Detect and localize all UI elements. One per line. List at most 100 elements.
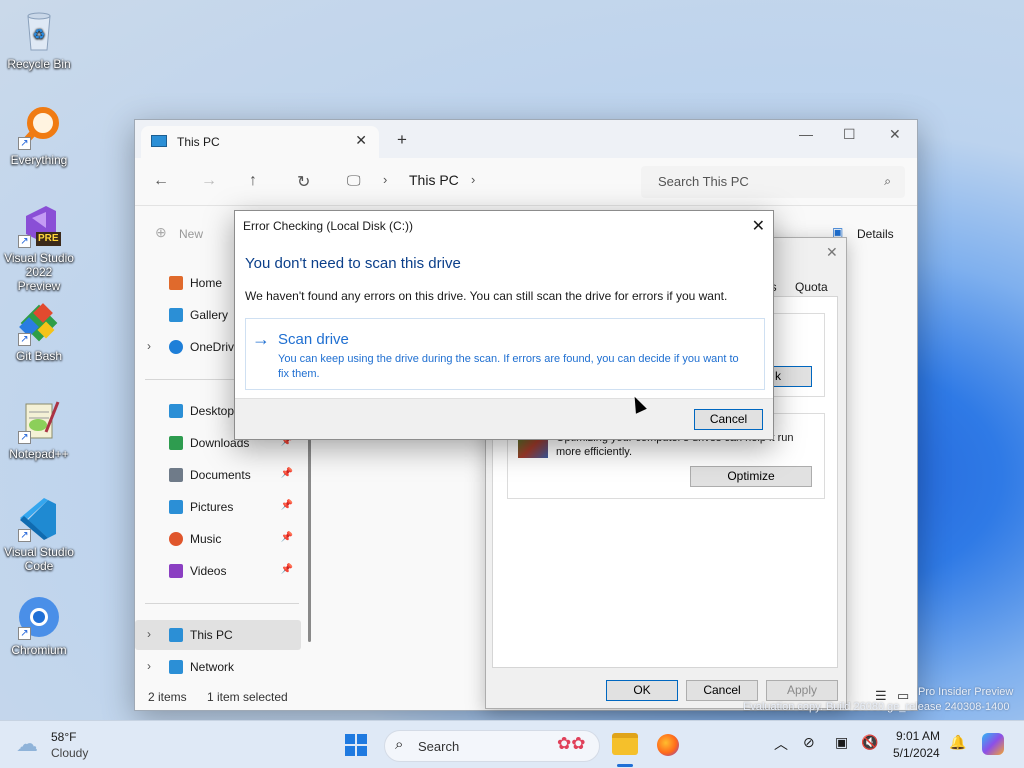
sidebar-item-label: Documents xyxy=(190,468,251,482)
desktop-icon-git-bash[interactable]: ↗ Git Bash xyxy=(0,300,78,363)
new-icon[interactable]: ⊕ xyxy=(155,224,167,241)
vscode-icon: ↗ xyxy=(16,496,62,542)
desktop-icon-recycle-bin[interactable]: ♻ Recycle Bin xyxy=(0,8,78,71)
chevron-right-icon[interactable]: › xyxy=(147,627,151,641)
taskbar: ☁ 58°F Cloudy ⌕ Search ✿✿ ︿ ⊘ ▣ 🔇 9:01 A… xyxy=(0,720,1024,768)
sidebar-item-label: Music xyxy=(190,532,222,546)
ok-button[interactable]: OK xyxy=(606,680,678,701)
search-box[interactable]: Search This PC ⌕ xyxy=(641,166,905,198)
scan-drive-title: Scan drive xyxy=(278,331,349,348)
windows-logo-icon xyxy=(345,734,367,756)
shortcut-arrow-icon: ↗ xyxy=(18,627,31,640)
cancel-button[interactable]: Cancel xyxy=(694,409,763,430)
firefox-icon[interactable] xyxy=(657,734,679,756)
music-icon xyxy=(169,532,183,546)
clock-date[interactable]: 5/1/2024 xyxy=(893,746,940,760)
weather-desc[interactable]: Cloudy xyxy=(51,746,88,760)
videos-icon xyxy=(169,564,183,578)
sidebar-scrollbar[interactable] xyxy=(308,410,311,642)
sidebar-item-music[interactable]: Music 📌 xyxy=(135,524,301,554)
pin-icon: 📌 xyxy=(280,468,293,479)
desktop-icon xyxy=(169,404,183,418)
file-explorer-taskbar-icon[interactable] xyxy=(612,733,638,755)
sidebar-item-label: This PC xyxy=(190,628,233,642)
desktop-icon-label: Visual Studio 2022 Preview xyxy=(4,251,74,293)
sidebar-item-videos[interactable]: Videos 📌 xyxy=(135,556,301,586)
arrow-right-icon: → xyxy=(252,329,270,349)
apply-button[interactable]: Apply xyxy=(766,680,838,701)
cancel-button[interactable]: Cancel xyxy=(686,680,758,701)
watermark-line-2: Evaluation copy. Build 26080.ge_release … xyxy=(743,701,1010,713)
dialog-footer: Cancel xyxy=(235,398,773,439)
sidebar-item-label: Home xyxy=(190,276,223,290)
network-status-icon[interactable]: ⊘ xyxy=(803,734,815,751)
close-icon[interactable]: ✕ xyxy=(826,244,838,261)
weather-temp[interactable]: 58°F xyxy=(51,730,76,744)
git-icon: ↗ xyxy=(16,300,62,346)
desktop-icon-label: Recycle Bin xyxy=(7,57,71,71)
notification-bell-icon[interactable]: 🔔 xyxy=(949,734,966,751)
chevron-right-icon[interactable]: › xyxy=(471,172,475,187)
desktop-icon-chromium[interactable]: ↗ Chromium xyxy=(0,594,78,657)
sidebar-item-this-pc[interactable]: › This PC xyxy=(135,620,301,650)
sidebar-item-label: Pictures xyxy=(190,500,234,514)
back-icon[interactable]: ← xyxy=(153,172,169,190)
selection-count: 1 item selected xyxy=(207,690,288,704)
up-icon[interactable]: ↑ xyxy=(249,172,257,190)
optimize-text-2: more efficiently. xyxy=(556,446,633,458)
sidebar-item-network[interactable]: › Network xyxy=(135,652,301,682)
sidebar-item-documents[interactable]: Documents 📌 xyxy=(135,460,301,490)
shortcut-arrow-icon: ↗ xyxy=(18,333,31,346)
taskbar-search[interactable]: ⌕ Search ✿✿ xyxy=(384,730,600,762)
desktop-icon-notepadpp[interactable]: ↗ Notepad++ xyxy=(0,398,78,461)
close-tab-icon[interactable]: ✕ xyxy=(355,132,367,149)
forward-icon[interactable]: → xyxy=(201,172,217,190)
desktop-icon-visual-studio[interactable]: PRE ↗ Visual Studio 2022 Preview xyxy=(0,202,78,293)
home-icon xyxy=(169,276,183,290)
flowers-icon: ✿✿ xyxy=(557,734,586,753)
start-button[interactable] xyxy=(345,734,367,756)
chevron-right-icon[interactable]: › xyxy=(147,659,151,673)
display-icon[interactable]: ▣ xyxy=(835,734,848,751)
minimize-icon[interactable]: — xyxy=(799,126,813,142)
maximize-icon[interactable]: ☐ xyxy=(843,126,856,143)
close-icon[interactable]: ✕ xyxy=(752,216,765,236)
pictures-icon xyxy=(169,500,183,514)
refresh-icon[interactable]: ↻ xyxy=(297,172,310,192)
clock-time[interactable]: 9:01 AM xyxy=(896,729,940,743)
scan-drive-option[interactable]: → Scan drive You can keep using the driv… xyxy=(245,318,765,390)
dialog-heading: You don't need to scan this drive xyxy=(245,255,461,272)
search-placeholder: Search This PC xyxy=(658,174,749,189)
sidebar-item-label: Desktop xyxy=(190,404,235,418)
monitor-icon: 🖵 xyxy=(347,172,361,188)
close-window-icon[interactable]: ✕ xyxy=(889,126,901,143)
search-icon: ⌕ xyxy=(395,736,404,753)
error-checking-dialog: Error Checking (Local Disk (C:)) ✕ You d… xyxy=(234,210,774,440)
chevron-up-icon[interactable]: ︿ xyxy=(774,734,788,754)
new-tab-icon[interactable]: + xyxy=(397,130,407,150)
breadcrumb[interactable]: This PC xyxy=(409,172,459,188)
cloud-icon xyxy=(169,340,183,354)
desktop-icon-vscode[interactable]: ↗ Visual Studio Code xyxy=(0,496,78,573)
volume-icon[interactable]: 🔇 xyxy=(861,734,878,751)
sidebar-item-pictures[interactable]: Pictures 📌 xyxy=(135,492,301,522)
chevron-right-icon[interactable]: › xyxy=(383,172,387,187)
desktop-icon-everything[interactable]: ↗ Everything xyxy=(0,104,78,167)
tab-this-pc[interactable]: This PC ✕ xyxy=(141,126,379,158)
tab-title: This PC xyxy=(177,135,220,149)
new-button[interactable]: New xyxy=(179,227,203,241)
chromium-icon: ↗ xyxy=(16,594,62,640)
recycle-bin-icon: ♻ xyxy=(16,8,62,54)
copilot-icon[interactable] xyxy=(982,733,1004,755)
shortcut-arrow-icon: ↗ xyxy=(18,235,31,248)
svg-text:♻: ♻ xyxy=(33,26,46,42)
dialog-title: Error Checking (Local Disk (C:)) xyxy=(243,219,414,233)
tab-quota[interactable]: Quota xyxy=(795,280,828,294)
details-button[interactable]: Details xyxy=(857,227,894,241)
pc-icon xyxy=(151,135,167,147)
shortcut-arrow-icon: ↗ xyxy=(18,431,31,444)
optimize-button[interactable]: Optimize xyxy=(690,466,812,487)
desktop-icon-label: Visual Studio Code xyxy=(4,545,74,573)
chevron-right-icon[interactable]: › xyxy=(147,339,151,353)
pin-icon: 📌 xyxy=(280,500,293,511)
